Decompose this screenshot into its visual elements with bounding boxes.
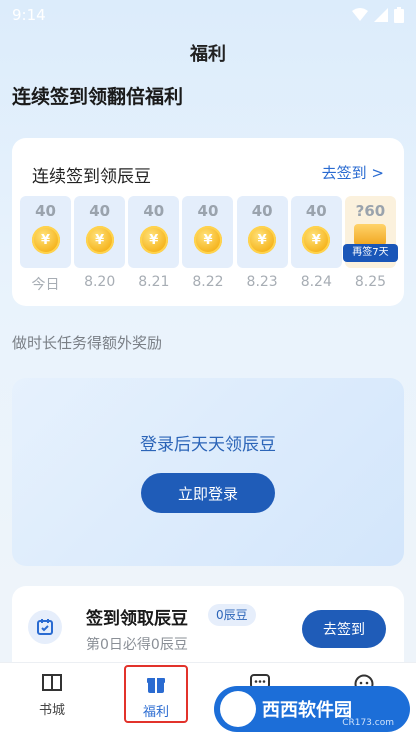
- checkin-day: 40 ¥ 8.22: [182, 196, 234, 296]
- battery-icon: [394, 7, 404, 23]
- nav-label: 书城: [38, 703, 65, 718]
- checkin-card: 连续签到领辰豆 去签到 > 40 ¥ 今日 40 ¥ 8.20 40 ¥ 8.2…: [12, 138, 404, 306]
- section-heading: 连续签到领翻倍福利: [12, 86, 184, 108]
- task-reward-badge: 0辰豆: [208, 604, 256, 626]
- checkin-title: 连续签到领辰豆: [32, 167, 151, 187]
- bonus-badge: 再签7天: [342, 244, 398, 262]
- day-box: 40 ¥: [20, 196, 71, 268]
- task-subtitle: 第0日必得0辰豆: [86, 637, 188, 653]
- status-bar: 9:14: [0, 0, 416, 30]
- watermark-sub: CR173.com: [342, 718, 394, 728]
- day-label: 8.21: [138, 274, 170, 290]
- task-title: 签到领取辰豆: [86, 609, 188, 629]
- login-card: 登录后天天领辰豆 立即登录: [12, 378, 404, 566]
- coin-icon: ¥: [31, 226, 60, 254]
- day-value: 40: [35, 202, 56, 220]
- day-box: ?60 再签7天: [342, 196, 398, 268]
- day-label: 8.24: [300, 274, 332, 290]
- day-label: 8.25: [354, 274, 387, 290]
- wifi-icon: [352, 8, 368, 21]
- checkin-day: 40 ¥ 8.24: [290, 196, 342, 296]
- checkin-day-bonus: ?60 再签7天 8.25: [342, 196, 398, 296]
- day-value: 40: [143, 202, 165, 220]
- watermark-logo: [220, 691, 256, 727]
- nav-item-bookstore[interactable]: 书城: [12, 663, 92, 740]
- book-icon: [42, 674, 62, 691]
- watermark: 西西软件园 CR173.com: [214, 686, 410, 732]
- login-message: 登录后天天领辰豆: [140, 435, 276, 455]
- day-value: 40: [251, 202, 273, 220]
- highlight-annotation: [124, 665, 188, 723]
- calendar-check-icon: [28, 610, 62, 644]
- coin-icon: ¥: [302, 226, 331, 254]
- watermark-text: 西西软件园: [262, 700, 352, 721]
- status-icons: [352, 7, 404, 23]
- coin-icon: ¥: [139, 226, 168, 254]
- coin-icon: ¥: [193, 226, 222, 254]
- gift-coins-icon: [354, 224, 387, 246]
- day-value: ?60: [355, 202, 386, 220]
- checkin-day: 40 ¥ 8.21: [128, 196, 180, 296]
- day-value: 40: [197, 202, 219, 220]
- checkin-day: 40 ¥ 8.23: [236, 196, 288, 296]
- day-box: 40 ¥: [128, 196, 180, 268]
- day-label: 8.20: [84, 274, 116, 290]
- checkin-days: 40 ¥ 今日 40 ¥ 8.20 40 ¥ 8.21 40 ¥ 8.22 40…: [20, 196, 398, 296]
- status-time: 9:14: [12, 6, 46, 24]
- day-value: 40: [89, 202, 111, 220]
- coin-icon: ¥: [248, 226, 277, 254]
- day-value: 40: [305, 202, 327, 220]
- login-button[interactable]: 立即登录: [141, 473, 275, 513]
- page-title: 福利: [190, 44, 226, 65]
- day-label: 8.23: [246, 274, 278, 290]
- day-box: 40 ¥: [236, 196, 288, 268]
- task-hint: 做时长任务得额外奖励: [12, 334, 163, 352]
- checkin-day: 40 ¥ 今日: [20, 196, 71, 296]
- task-checkin-button[interactable]: 去签到: [302, 610, 386, 648]
- coin-icon: ¥: [85, 226, 114, 254]
- checkin-day: 40 ¥ 8.20: [74, 196, 126, 296]
- day-box: 40 ¥: [74, 196, 126, 268]
- day-label: 今日: [31, 277, 60, 293]
- day-box: 40 ¥: [182, 196, 234, 268]
- signal-icon: [374, 8, 388, 22]
- go-checkin-link[interactable]: 去签到 >: [322, 162, 384, 183]
- day-label: 8.22: [192, 274, 224, 290]
- day-box: 40 ¥: [290, 196, 342, 268]
